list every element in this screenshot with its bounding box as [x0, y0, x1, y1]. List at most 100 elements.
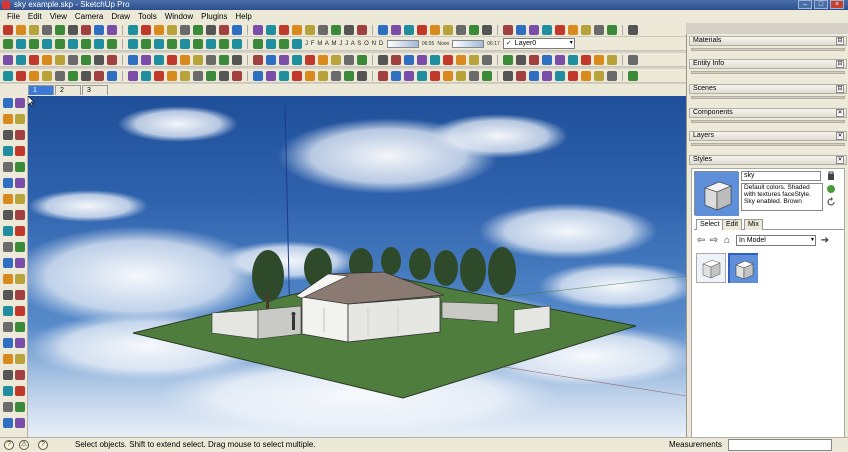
shadow-time-slider[interactable]	[452, 39, 485, 48]
toolbar-tool-icon[interactable]	[3, 146, 13, 156]
toolbar-tool-icon[interactable]	[3, 386, 13, 396]
toolbar-tool-icon[interactable]	[305, 24, 315, 35]
tab-select[interactable]: Select	[696, 219, 724, 230]
toolbar-tool-icon[interactable]	[3, 290, 13, 300]
toolbar-tool-icon[interactable]	[456, 70, 466, 81]
toolbar-tool-icon[interactable]	[15, 194, 25, 204]
toolbar-tool-icon[interactable]	[219, 24, 229, 35]
toolbar-tool-icon[interactable]	[219, 70, 229, 81]
tray-header-components[interactable]: Components ✕	[689, 108, 847, 118]
toolbar-tool-icon[interactable]	[344, 54, 354, 65]
toolbar-tool-icon[interactable]	[279, 70, 289, 81]
toolbar-tool-icon[interactable]	[3, 194, 13, 204]
toolbar-tool-icon[interactable]	[206, 70, 216, 81]
close-icon[interactable]: ✕	[836, 109, 844, 117]
toolbar-tool-icon[interactable]	[15, 290, 25, 300]
model-viewport[interactable]	[28, 96, 686, 437]
toolbar-tool-icon[interactable]	[266, 38, 276, 49]
toolbar-tool-icon[interactable]	[29, 24, 39, 35]
toolbar-tool-icon[interactable]	[628, 54, 638, 65]
details-arrow-icon[interactable]: ➔	[820, 236, 830, 246]
toolbar-tool-icon[interactable]	[607, 54, 617, 65]
toolbar-tool-icon[interactable]	[29, 54, 39, 65]
toolbar-tool-icon[interactable]	[318, 70, 328, 81]
toolbar-tool-icon[interactable]	[15, 114, 25, 124]
toolbar-tool-icon[interactable]	[167, 24, 177, 35]
toolbar-tool-icon[interactable]	[29, 38, 39, 49]
toolbar-tool-icon[interactable]	[516, 24, 526, 35]
toolbar-tool-icon[interactable]	[141, 38, 151, 49]
toolbar-tool-icon[interactable]	[357, 24, 367, 35]
toolbar-tool-icon[interactable]	[180, 70, 190, 81]
toolbar-tool-icon[interactable]	[68, 70, 78, 81]
tab-edit[interactable]: Edit	[722, 219, 743, 230]
toolbar-tool-icon[interactable]	[628, 24, 638, 35]
maximize-button[interactable]: □	[814, 0, 828, 9]
toolbar-tool-icon[interactable]	[154, 24, 164, 35]
toolbar-tool-icon[interactable]	[167, 54, 177, 65]
style-description-field[interactable]: Default colors. Shaded with textures fac…	[741, 183, 823, 211]
toolbar-tool-icon[interactable]	[594, 70, 604, 81]
style-swatch-default[interactable]	[696, 253, 726, 283]
toolbar-tool-icon[interactable]	[167, 38, 177, 49]
create-style-icon[interactable]	[825, 184, 836, 195]
toolbar-tool-icon[interactable]	[42, 38, 52, 49]
toolbar-tool-icon[interactable]	[430, 54, 440, 65]
geo-location-icon[interactable]: ?	[4, 440, 14, 450]
toolbar-tool-icon[interactable]	[3, 226, 13, 236]
scene-tab-1[interactable]: 1	[28, 85, 54, 95]
toolbar-tool-icon[interactable]	[55, 38, 65, 49]
toolbar-tool-icon[interactable]	[305, 70, 315, 81]
toolbar-tool-icon[interactable]	[15, 306, 25, 316]
toolbar-tool-icon[interactable]	[94, 54, 104, 65]
shadow-month-slider-labels[interactable]: J F M A M J J A S O N D	[305, 41, 384, 47]
toolbar-tool-icon[interactable]	[3, 322, 13, 332]
toolbar-tool-icon[interactable]	[503, 70, 513, 81]
toolbar-tool-icon[interactable]	[141, 70, 151, 81]
toolbar-tool-icon[interactable]	[378, 54, 388, 65]
toolbar-tool-icon[interactable]	[15, 98, 25, 108]
scene-tab-2[interactable]: 2	[55, 85, 81, 95]
toolbar-tool-icon[interactable]	[180, 54, 190, 65]
toolbar-tool-icon[interactable]	[232, 24, 242, 35]
tray-header-styles[interactable]: Styles ✕	[689, 155, 847, 165]
home-icon[interactable]: ⌂	[722, 236, 732, 246]
toolbar-tool-icon[interactable]	[55, 24, 65, 35]
toolbar-tool-icon[interactable]	[232, 54, 242, 65]
toolbar-tool-icon[interactable]	[29, 70, 39, 81]
toolbar-tool-icon[interactable]	[292, 24, 302, 35]
toolbar-tool-icon[interactable]	[568, 24, 578, 35]
toolbar-tool-icon[interactable]	[154, 38, 164, 49]
toolbar-tool-icon[interactable]	[357, 54, 367, 65]
toolbar-tool-icon[interactable]	[3, 54, 13, 65]
toolbar-tool-icon[interactable]	[555, 70, 565, 81]
toolbar-tool-icon[interactable]	[253, 38, 263, 49]
toolbar-tool-icon[interactable]	[404, 70, 414, 81]
tab-mix[interactable]: Mix	[744, 219, 763, 230]
toolbar-tool-icon[interactable]	[404, 24, 414, 35]
toolbar-tool-icon[interactable]	[15, 146, 25, 156]
toolbar-tool-icon[interactable]	[430, 70, 440, 81]
toolbar-tool-icon[interactable]	[482, 24, 492, 35]
toolbar-tool-icon[interactable]	[107, 70, 117, 81]
toolbar-tool-icon[interactable]	[107, 38, 117, 49]
toolbar-tool-icon[interactable]	[516, 70, 526, 81]
toolbar-tool-icon[interactable]	[331, 54, 341, 65]
menu-tools[interactable]: Tools	[134, 10, 161, 23]
toolbar-tool-icon[interactable]	[568, 54, 578, 65]
menu-help[interactable]: Help	[231, 10, 255, 23]
toolbar-tool-icon[interactable]	[15, 210, 25, 220]
toolbar-tool-icon[interactable]	[456, 54, 466, 65]
toolbar-tool-icon[interactable]	[3, 114, 13, 124]
toolbar-tool-icon[interactable]	[15, 178, 25, 188]
toolbar-tool-icon[interactable]	[542, 24, 552, 35]
toolbar-tool-icon[interactable]	[529, 24, 539, 35]
toolbar-tool-icon[interactable]	[141, 24, 151, 35]
toolbar-tool-icon[interactable]	[141, 54, 151, 65]
toolbar-tool-icon[interactable]	[232, 70, 242, 81]
toolbar-tool-icon[interactable]	[219, 38, 229, 49]
toolbar-tool-icon[interactable]	[15, 226, 25, 236]
toolbar-tool-icon[interactable]	[3, 370, 13, 380]
toolbar-tool-icon[interactable]	[378, 24, 388, 35]
toolbar-tool-icon[interactable]	[404, 54, 414, 65]
